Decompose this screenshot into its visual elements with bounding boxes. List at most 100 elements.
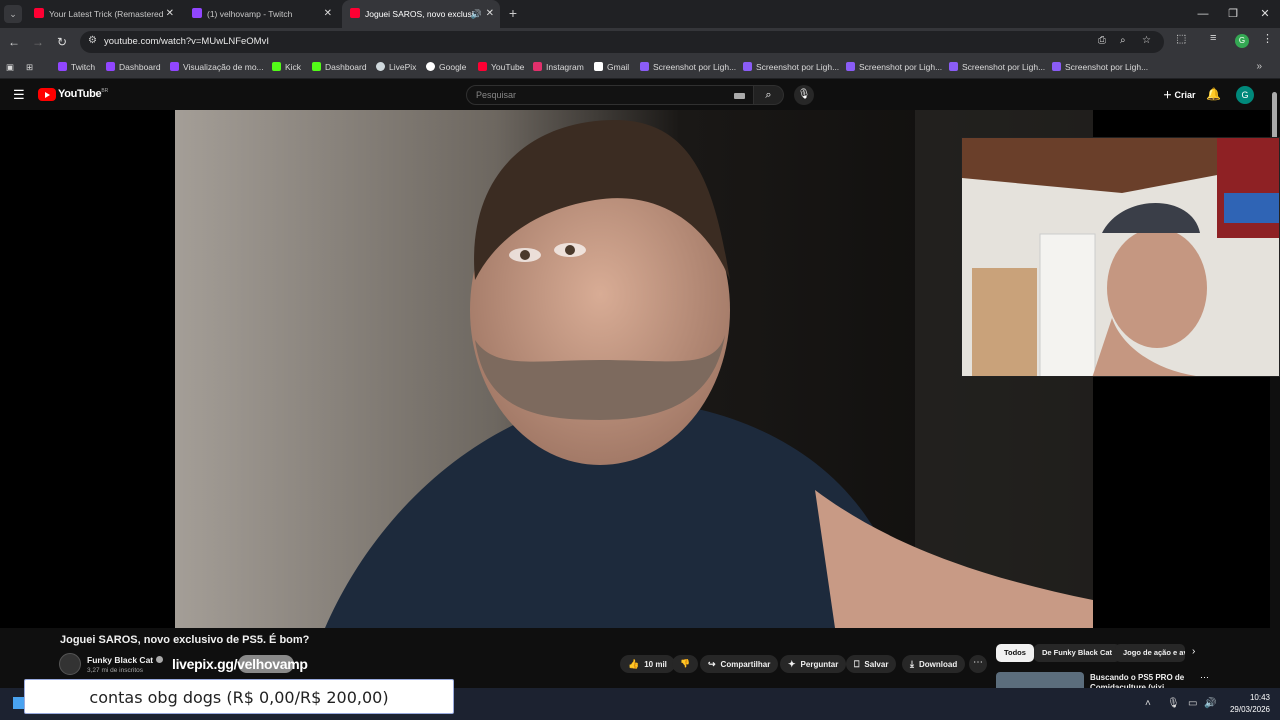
close-icon[interactable]: ✕ [324, 0, 332, 28]
create-label: Criar [1174, 90, 1196, 100]
webcam-overlay [961, 137, 1280, 377]
bookmark-label: YouTube [491, 62, 525, 72]
scrollbar-thumb[interactable] [1272, 92, 1277, 140]
bookmark-item[interactable]: YouTube [478, 55, 524, 79]
bookmark-item[interactable]: Google [426, 55, 466, 79]
reload-icon[interactable]: ↻ [53, 33, 71, 51]
notifications-bell-icon[interactable]: 🔔 [1206, 87, 1221, 101]
tab-search-icon[interactable]: ⌄ [4, 5, 22, 23]
profile-avatar[interactable]: G [1235, 34, 1249, 48]
bookmark-label: Screenshot por Ligh... [756, 62, 840, 72]
country-code: BR [101, 88, 109, 94]
bookmark-star-icon[interactable]: ☆ [1142, 35, 1151, 46]
tab-3-active[interactable]: Joguei SAROS, novo exclusi 🔊 ✕ [342, 0, 500, 28]
more-bookmarks-icon[interactable]: » [1256, 55, 1262, 79]
bookmark-label: Instagram [546, 62, 584, 72]
youtube-logo-text: YouTube [58, 88, 102, 100]
window-close-button[interactable]: ✕ [1250, 0, 1280, 28]
bookmark-item[interactable]: Dashboard [106, 55, 161, 79]
bookmark-item[interactable]: Dashboard [312, 55, 367, 79]
reading-list-icon[interactable]: ≡ [1210, 32, 1216, 44]
taskbar-time[interactable]: 10:43 [1240, 693, 1270, 702]
tray-chevron-icon[interactable]: ˄ [1145, 698, 1151, 709]
zoom-icon[interactable]: ⌕ [1120, 35, 1126, 46]
bookmark-item[interactable]: Screenshot por Ligh... [743, 55, 839, 79]
hamburger-menu-icon[interactable]: ☰ [13, 87, 25, 103]
youtube-icon [350, 8, 360, 18]
chip-action-adventure[interactable]: Jogo de ação e av [1115, 644, 1185, 662]
search-button[interactable]: ⌕ [754, 85, 784, 105]
bookmark-favicon-icon [743, 62, 752, 71]
maximize-button[interactable]: ❐ [1218, 0, 1248, 28]
recommended-more-icon[interactable]: ⋯ [1200, 672, 1209, 683]
account-avatar[interactable]: G [1236, 86, 1254, 104]
video-player[interactable] [175, 110, 1093, 628]
download-button[interactable]: ⤓ Download [902, 655, 966, 673]
close-icon[interactable]: ✕ [486, 0, 494, 28]
bookmark-item[interactable]: Screenshot por Ligh... [640, 55, 736, 79]
speaker-icon[interactable]: 🔊 [471, 0, 482, 28]
webcam-frame [962, 138, 1279, 376]
bookmark-favicon-icon [949, 62, 958, 71]
extensions-icon[interactable]: ⬚ [1176, 32, 1186, 45]
address-bar[interactable]: ⚙ youtube.com/watch?v=MUwLNFeOMvI ⎙ ⌕ ☆ [80, 31, 1164, 53]
site-info-icon[interactable]: ⚙ [88, 35, 97, 46]
bookmark-item[interactable]: Screenshot por Ligh... [1052, 55, 1148, 79]
create-button[interactable]: ＋ Criar [1154, 85, 1205, 105]
screen: ⌄ Your Latest Trick (Remastered ✕ (1) ve… [0, 0, 1280, 720]
chrome-menu-icon[interactable]: ⋮ [1262, 32, 1273, 45]
bookmark-favicon-icon [272, 62, 281, 71]
bookmark-label: LivePix [389, 62, 417, 72]
back-icon[interactable]: ← [5, 33, 23, 51]
ask-button[interactable]: ✦ Perguntar [780, 655, 847, 673]
search-input[interactable]: Pesquisar [466, 85, 754, 105]
youtube-header: ☰ YouTubeBR Pesquisar ⌕ 🎙 ＋ Criar 🔔 G [0, 80, 1280, 110]
tab-2-label: (1) velhovamp - Twitch [207, 9, 293, 19]
bookmark-item[interactable]: Kick [272, 55, 301, 79]
like-button[interactable]: 👍 10 mil [620, 655, 675, 673]
tab-2[interactable]: (1) velhovamp - Twitch ✕ [184, 0, 338, 28]
bookmark-favicon-icon [1052, 62, 1061, 71]
address-url[interactable]: youtube.com/watch?v=MUwLNFeOMvI [104, 36, 269, 47]
save-button[interactable]: ⎕ Salvar [846, 655, 897, 673]
bookmark-favicon-icon [846, 62, 855, 71]
new-tab-button[interactable]: + [505, 4, 521, 22]
more-actions-button[interactable]: ⋯ [969, 655, 987, 673]
install-icon[interactable]: ⎙ [1098, 35, 1106, 46]
bookmark-item[interactable]: Screenshot por Ligh... [949, 55, 1045, 79]
voice-search-button[interactable]: 🎙 [794, 85, 814, 105]
minimize-button[interactable]: — [1188, 0, 1218, 28]
bookmark-favicon-icon [426, 62, 435, 71]
channel-name[interactable]: Funky Black Cat [87, 655, 164, 665]
bookmark-item[interactable]: Instagram [533, 55, 584, 79]
youtube-logo[interactable]: YouTubeBR [38, 88, 108, 102]
close-icon[interactable]: ✕ [166, 0, 174, 28]
chip-channel[interactable]: De Funky Black Cat [1034, 644, 1121, 662]
bookmark-item[interactable]: Twitch [58, 55, 95, 79]
microphone-tray-icon[interactable]: 🎙 [1167, 698, 1180, 709]
bookmark-item[interactable]: Screenshot por Ligh... [846, 55, 942, 79]
sparkle-icon: ✦ [788, 659, 796, 669]
bookmark-item[interactable]: Visualização de mo... [170, 55, 264, 79]
browser-tab-strip: ⌄ Your Latest Trick (Remastered ✕ (1) ve… [0, 0, 1280, 28]
forward-icon[interactable]: → [29, 33, 47, 51]
volume-icon[interactable]: 🔊 [1204, 698, 1216, 709]
bookmark-item[interactable]: LivePix [376, 55, 416, 79]
apps-grid-icon[interactable]: ⊞ [26, 55, 33, 79]
taskbar-date[interactable]: 29/03/2026 [1224, 705, 1270, 714]
sidebar-toggle-icon[interactable]: ▣ [6, 55, 14, 79]
share-button[interactable]: ↪ Compartilhar [700, 655, 779, 673]
channel-avatar[interactable] [59, 653, 81, 675]
thumbs-down-icon: 👎 [680, 659, 690, 668]
video-frame [175, 110, 1093, 628]
bookmark-label: Dashboard [119, 62, 161, 72]
bookmark-item[interactable]: Gmail [594, 55, 629, 79]
network-icon[interactable]: ▭ [1188, 698, 1197, 709]
video-title: Joguei SAROS, novo exclusivo de PS5. É b… [60, 634, 310, 646]
bookmark-label: Screenshot por Ligh... [1065, 62, 1149, 72]
keyboard-icon[interactable] [734, 93, 745, 99]
chip-all[interactable]: Todos [996, 644, 1034, 662]
dislike-button[interactable]: 👎 [672, 655, 698, 673]
chevron-right-icon[interactable]: › [1192, 646, 1195, 657]
tab-1[interactable]: Your Latest Trick (Remastered ✕ [26, 0, 180, 28]
